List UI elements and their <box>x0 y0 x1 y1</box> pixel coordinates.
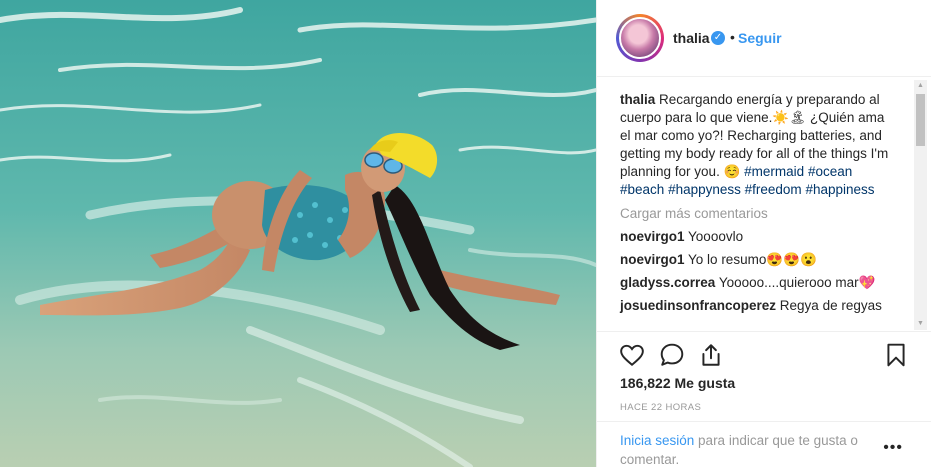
avatar[interactable] <box>619 17 661 59</box>
comment-username[interactable]: gladyss.correa <box>620 275 715 290</box>
comment-item: noevirgo1 Yo lo resumo😍😍😮 <box>620 251 890 269</box>
hashtag-link[interactable]: #ocean <box>808 164 852 179</box>
post-username[interactable]: thalia <box>673 30 710 46</box>
login-link[interactable]: Inicia sesión <box>620 433 694 448</box>
comments-list: thalia Recargando energía y preparando a… <box>620 91 890 315</box>
scrollbar-thumb[interactable] <box>916 94 925 146</box>
post-actions-bar <box>597 331 931 367</box>
header-separator-dot: • <box>730 29 735 45</box>
comment-icon[interactable] <box>659 342 685 368</box>
follow-button[interactable]: Seguir <box>738 30 782 46</box>
profile-avatar-ring[interactable] <box>616 14 664 62</box>
comment-username[interactable]: noevirgo1 <box>620 229 685 244</box>
hashtag-link[interactable]: #happyness <box>668 182 741 197</box>
hashtag-link[interactable]: #beach <box>620 182 664 197</box>
comment-text: Yooooo....quierooo mar💖 <box>718 275 876 290</box>
share-icon[interactable] <box>698 342 724 368</box>
hashtag-link[interactable]: #happiness <box>805 182 874 197</box>
comment-text: Regya de regyas <box>779 298 882 313</box>
comment-text: Yo lo resumo😍😍😮 <box>688 252 817 267</box>
caption-username[interactable]: thalia <box>620 92 655 107</box>
post-header: thalia ✓ • Seguir <box>597 0 931 77</box>
beach-photo-image <box>0 0 596 467</box>
hashtag-link[interactable]: #freedom <box>745 182 802 197</box>
likes-count[interactable]: 186,822 Me gusta <box>620 375 735 391</box>
verified-badge-icon: ✓ <box>711 31 725 45</box>
comments-area[interactable]: thalia Recargando energía y preparando a… <box>597 77 931 330</box>
comment-username[interactable]: josuedinsonfrancoperez <box>620 298 776 313</box>
login-prompt: Inicia sesión para indicar que te gusta … <box>620 431 880 469</box>
scroll-down-arrow-icon[interactable]: ▼ <box>914 318 927 330</box>
post-side-panel: thalia ✓ • Seguir thalia Recargando ener… <box>596 0 931 467</box>
more-options-icon[interactable]: ••• <box>883 439 903 457</box>
post-timestamp[interactable]: HACE 22 HORAS <box>620 402 701 413</box>
post-footer: Inicia sesión para indicar que te gusta … <box>597 421 931 468</box>
post-photo[interactable] <box>0 0 596 467</box>
scroll-up-arrow-icon[interactable]: ▲ <box>914 80 927 92</box>
load-more-comments-button[interactable]: Cargar más comentarios <box>620 205 890 223</box>
caption: thalia Recargando energía y preparando a… <box>620 91 890 199</box>
comment-username[interactable]: noevirgo1 <box>620 252 685 267</box>
bookmark-icon[interactable] <box>883 342 909 368</box>
heart-icon[interactable] <box>619 342 645 368</box>
comment-text: Yoooovlo <box>688 229 744 244</box>
comment-item: josuedinsonfrancoperez Regya de regyas <box>620 297 890 315</box>
comment-item: gladyss.correa Yooooo....quierooo mar💖 <box>620 274 890 292</box>
comment-item: noevirgo1 Yoooovlo <box>620 228 890 246</box>
hashtag-link[interactable]: #mermaid <box>744 164 804 179</box>
comments-scrollbar[interactable]: ▲ ▼ <box>914 80 927 330</box>
